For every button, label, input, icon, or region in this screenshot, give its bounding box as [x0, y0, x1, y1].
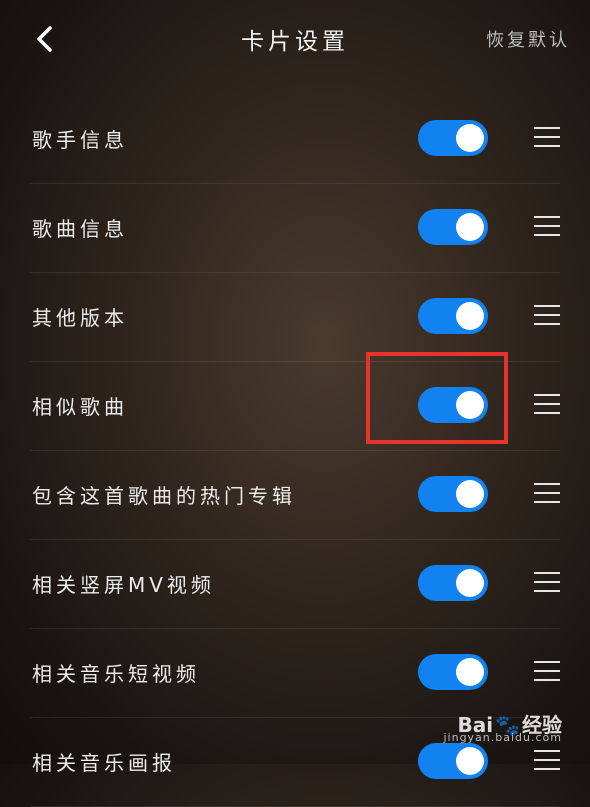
setting-label: 其他版本: [32, 306, 128, 330]
setting-label: 相关音乐短视频: [32, 662, 200, 686]
setting-label: 相关竖屏MV视频: [32, 573, 215, 597]
toggle-knob: [456, 658, 484, 686]
setting-toggle[interactable]: [418, 209, 488, 245]
setting-label: 包含这首歌曲的热门专辑: [32, 484, 296, 508]
setting-row-vertical-mv: 相关竖屏MV视频: [30, 540, 560, 629]
setting-label: 相似歌曲: [32, 395, 128, 419]
setting-row-music-short-video: 相关音乐短视频: [30, 629, 560, 718]
drag-handle-icon[interactable]: [534, 216, 560, 238]
setting-toggle[interactable]: [418, 654, 488, 690]
toggle-knob: [456, 569, 484, 597]
toggle-knob: [456, 213, 484, 241]
toggle-knob: [456, 124, 484, 152]
setting-row-song-info: 歌曲信息: [30, 184, 560, 273]
top-bar: 卡片设置 恢复默认: [0, 0, 590, 80]
drag-handle-icon[interactable]: [534, 661, 560, 683]
drag-handle-icon[interactable]: [534, 572, 560, 594]
restore-default-button[interactable]: 恢复默认: [486, 26, 570, 52]
drag-handle-icon[interactable]: [534, 483, 560, 505]
toggle-knob: [456, 302, 484, 330]
setting-toggle[interactable]: [418, 743, 488, 779]
setting-toggle[interactable]: [418, 565, 488, 601]
toggle-knob: [456, 747, 484, 775]
toggle-knob: [456, 480, 484, 508]
highlight-box: [366, 352, 508, 444]
setting-toggle[interactable]: [418, 298, 488, 334]
baidu-jingyan-watermark: Bai 🐾 经验 jingyan.baidu.com: [443, 709, 562, 744]
settings-list: 歌手信息 歌曲信息 其他版本 相似歌曲 包含这首歌曲的热门专辑 相关竖屏MV视频…: [30, 95, 560, 807]
setting-label: 歌手信息: [32, 128, 128, 152]
setting-toggle[interactable]: [418, 120, 488, 156]
drag-handle-icon[interactable]: [534, 394, 560, 416]
drag-handle-icon[interactable]: [534, 750, 560, 772]
watermark-url: jingyan.baidu.com: [443, 731, 562, 744]
setting-row-other-versions: 其他版本: [30, 273, 560, 362]
setting-row-hot-albums: 包含这首歌曲的热门专辑: [30, 451, 560, 540]
setting-toggle[interactable]: [418, 476, 488, 512]
drag-handle-icon[interactable]: [534, 305, 560, 327]
setting-row-singer-info: 歌手信息: [30, 95, 560, 184]
setting-label: 歌曲信息: [32, 217, 128, 241]
drag-handle-icon[interactable]: [534, 127, 560, 149]
setting-label: 相关音乐画报: [32, 751, 176, 775]
